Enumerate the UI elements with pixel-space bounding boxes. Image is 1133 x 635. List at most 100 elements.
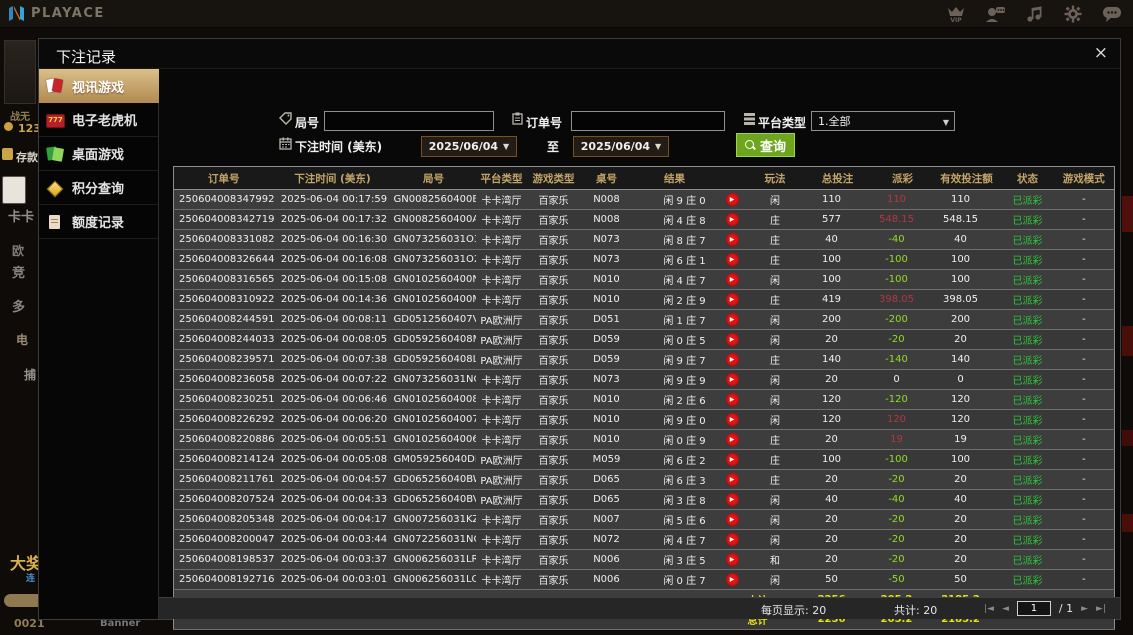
cell-table: N008 — [579, 209, 634, 230]
play-icon[interactable]: ▶ — [725, 333, 739, 346]
cell-time: 2025-06-04 00:04:17 — [273, 509, 392, 530]
cell-payout: -20 — [873, 469, 932, 490]
cell-bet: 庄 — [748, 429, 802, 450]
last-page-icon[interactable]: ►| — [1096, 604, 1106, 614]
play-icon[interactable]: ▶ — [725, 413, 739, 426]
play-icon[interactable]: ▶ — [725, 193, 739, 206]
round-number-input[interactable] — [324, 111, 494, 131]
cell-game: 百家乐 — [527, 489, 580, 510]
cell-table: D059 — [579, 349, 634, 370]
play-icon[interactable]: ▶ — [725, 493, 739, 506]
column-header: 下注时间 (美东) — [273, 166, 392, 190]
play-icon[interactable]: ▶ — [725, 233, 739, 246]
cell-time: 2025-06-04 00:03:37 — [273, 549, 392, 570]
cell-status: 已派彩 — [1001, 249, 1054, 270]
order-number-input[interactable] — [571, 111, 725, 131]
next-page-icon[interactable]: ► — [1081, 604, 1088, 614]
play-icon[interactable]: ▶ — [725, 293, 739, 306]
sidebar-item-label: 额度记录 — [72, 216, 125, 231]
cell-valid: 20 — [931, 529, 1002, 550]
cell-time: 2025-06-04 00:07:38 — [273, 349, 392, 370]
search-icon — [745, 139, 756, 151]
cell-result: 闲 9 庄 7 — [633, 349, 716, 370]
cell-total: 20 — [801, 329, 874, 350]
cell-replay: ▶ — [715, 189, 749, 210]
date-to-value: 2025/06/04 — [580, 140, 651, 153]
close-icon[interactable]: × — [1094, 44, 1108, 62]
cell-platform: PA欧洲厅 — [475, 349, 528, 370]
settings-gear-icon[interactable] — [1062, 4, 1084, 24]
sidebar-item[interactable]: 视讯游戏 — [39, 69, 173, 103]
play-icon[interactable]: ▶ — [725, 253, 739, 266]
cell-bet: 闲 — [748, 409, 802, 430]
play-icon[interactable]: ▶ — [725, 433, 739, 446]
first-page-icon[interactable]: |◄ — [984, 604, 994, 614]
cell-valid: 200 — [931, 309, 1002, 330]
cell-table: N073 — [579, 249, 634, 270]
play-icon[interactable]: ▶ — [725, 553, 739, 566]
cell-order: 250604008244033 — [173, 329, 274, 350]
modal-content: 局号 订单号 平台类型 1.全部 ▼ 下注时间 (美东) 2025/06/04 … — [159, 69, 1120, 630]
sidebar-item[interactable]: 电子老虎机 — [39, 103, 158, 137]
date-from-picker[interactable]: 2025/06/04 ▼ — [421, 136, 517, 157]
cell-status: 已派彩 — [1001, 469, 1054, 490]
cell-replay: ▶ — [715, 249, 749, 270]
cell-status: 已派彩 — [1001, 409, 1054, 430]
sidebar-item[interactable]: 积分查询 — [39, 171, 158, 205]
cell-result: 闲 2 庄 9 — [633, 289, 716, 310]
sidebar-item[interactable]: 额度记录 — [39, 205, 158, 239]
cell-result: 闲 3 庄 5 — [633, 549, 716, 570]
cell-valid: 120 — [931, 389, 1002, 410]
cell-mode: - — [1053, 509, 1115, 530]
date-to-picker[interactable]: 2025/06/04 ▼ — [573, 136, 669, 157]
cell-total: 20 — [801, 429, 874, 450]
cell-round: GN0082560400A — [391, 209, 476, 230]
vip-icon[interactable]: VIP — [945, 4, 967, 24]
play-icon[interactable]: ▶ — [725, 473, 739, 486]
cell-mode: - — [1053, 369, 1115, 390]
play-icon[interactable]: ▶ — [725, 573, 739, 586]
cell-time: 2025-06-04 00:14:36 — [273, 289, 392, 310]
play-icon[interactable]: ▶ — [725, 453, 739, 466]
cell-mode: - — [1053, 389, 1115, 410]
play-icon[interactable]: ▶ — [725, 213, 739, 226]
cell-replay: ▶ — [715, 469, 749, 490]
cell-status: 已派彩 — [1001, 509, 1054, 530]
play-icon[interactable]: ▶ — [725, 373, 739, 386]
page-number-input[interactable] — [1016, 601, 1051, 616]
play-icon[interactable]: ▶ — [725, 313, 739, 326]
column-header: 有效投注额 — [931, 166, 1002, 190]
cell-replay: ▶ — [715, 489, 749, 510]
play-icon[interactable]: ▶ — [725, 353, 739, 366]
cell-game: 百家乐 — [527, 329, 580, 350]
cell-platform: 卡卡湾厅 — [475, 409, 528, 430]
sidebar-item[interactable]: 桌面游戏 — [39, 137, 158, 171]
cell-table: N010 — [579, 429, 634, 450]
play-icon[interactable]: ▶ — [725, 533, 739, 546]
cell-time: 2025-06-04 00:07:22 — [273, 369, 392, 390]
playace-logo[interactable]: PLAYACE — [8, 5, 105, 22]
svg-text:VIP: VIP — [950, 17, 962, 23]
play-icon[interactable]: ▶ — [725, 393, 739, 406]
coin-icon — [4, 122, 13, 131]
platform-type-select[interactable]: 1.全部 ▼ — [811, 111, 955, 131]
cell-valid: 398.05 — [931, 289, 1002, 310]
prev-page-icon[interactable]: ◄ — [1002, 604, 1009, 614]
background-fragment: 欧 — [12, 244, 25, 258]
query-button[interactable]: 查询 — [736, 133, 796, 157]
music-icon[interactable] — [1023, 4, 1045, 24]
app: PLAYACE VIP 战无 1235 存款 卡卡欧竞多电捕大奖连 0021 Banner — [0, 0, 1133, 635]
cell-order: 250604008239571 — [173, 349, 274, 370]
cell-valid: 40 — [931, 229, 1002, 250]
play-icon[interactable]: ▶ — [725, 273, 739, 286]
cell-payout: -20 — [873, 529, 932, 550]
play-icon[interactable]: ▶ — [725, 513, 739, 526]
cell-replay: ▶ — [715, 329, 749, 350]
cell-total: 120 — [801, 409, 874, 430]
cell-valid: 20 — [931, 469, 1002, 490]
chat-icon[interactable] — [1101, 4, 1123, 24]
chevron-down-icon: ▼ — [655, 142, 662, 151]
cell-time: 2025-06-04 00:16:08 — [273, 249, 392, 270]
card-icon — [2, 176, 26, 204]
customer-service-icon[interactable] — [984, 4, 1006, 24]
